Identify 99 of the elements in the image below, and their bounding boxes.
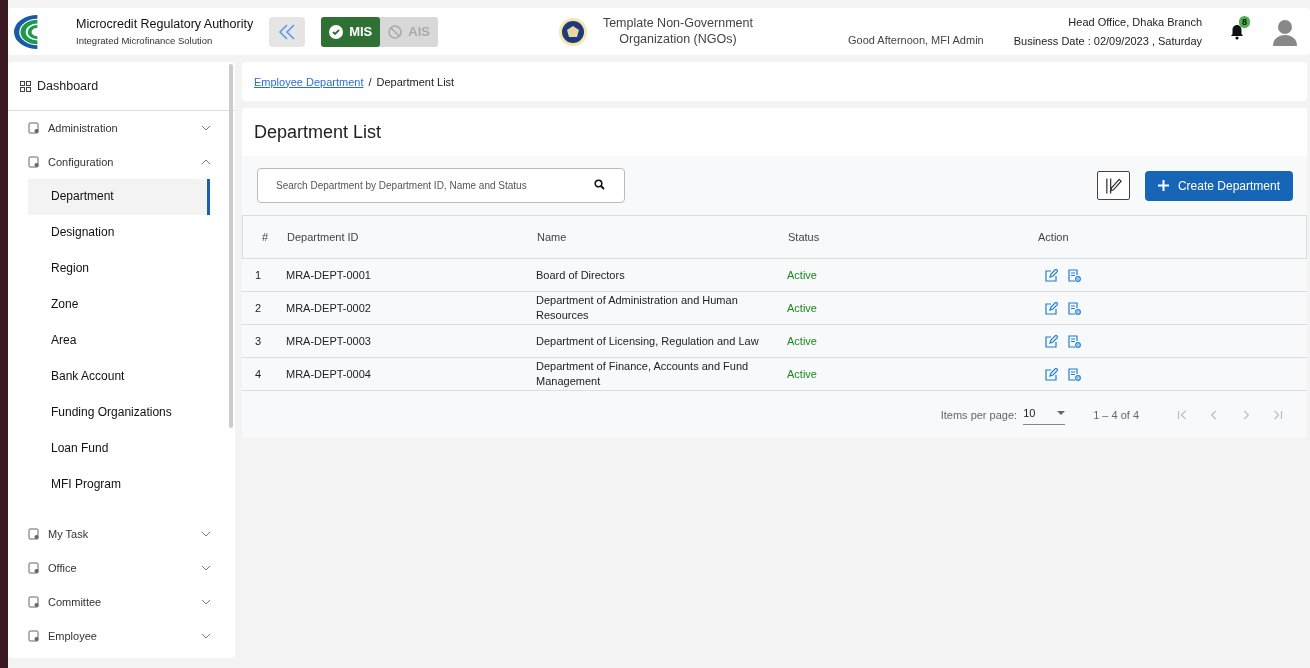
create-department-button[interactable]: Create Department [1144, 170, 1293, 201]
ban-icon [388, 24, 403, 39]
first-page-icon [1175, 408, 1189, 422]
table-cell-text: Department of Licensing, Regulation and Law [536, 333, 760, 349]
sidebar-group-label: Configuration [48, 156, 115, 168]
edit-icon[interactable] [1045, 268, 1058, 282]
menu-item-icon [28, 528, 40, 540]
chevron-down-icon [201, 531, 211, 537]
table-cell-text: Board of Directors [536, 267, 626, 283]
sidebar-subitem[interactable]: Area [28, 323, 210, 359]
user-avatar-icon[interactable] [1272, 17, 1299, 46]
greeting-text: Good Afternoon, MFI Admin [847, 34, 984, 46]
menu-item-icon [28, 630, 40, 642]
table-cell-text: MRA-DEPT-0004 [286, 366, 372, 382]
notification-count-badge: 8 [1239, 15, 1251, 28]
chevron-up-icon [201, 159, 211, 165]
column-header: Status [788, 231, 821, 243]
mode-toggle-button[interactable]: MIS [321, 16, 381, 47]
dropdown-caret-icon [1057, 411, 1066, 415]
business-date: Business Date : 02/09/2023 , Saturday [1013, 35, 1203, 47]
view-document-icon[interactable] [1068, 268, 1081, 282]
edit-icon[interactable] [1045, 367, 1058, 381]
column-header: # [260, 231, 270, 243]
sidebar-group[interactable]: Employee [8, 619, 235, 653]
column-header: Action [1038, 231, 1070, 243]
org-title: Microcredit Regulatory Authority [76, 17, 254, 31]
column-header: Name [537, 231, 568, 243]
sidebar-group[interactable]: Committee [8, 585, 235, 619]
view-document-icon[interactable] [1068, 301, 1081, 315]
view-document-icon[interactable] [1068, 367, 1081, 381]
branch-name: Head Office, Dhaka Branch [1067, 16, 1203, 28]
sidebar-group-label: Office [48, 562, 78, 574]
table-cell-text: 2 [253, 300, 263, 316]
check-circle-icon [329, 24, 344, 39]
chevron-down-icon [201, 599, 211, 605]
sidebar-group[interactable]: Configuration [8, 145, 235, 179]
sidebar-subitem[interactable]: Region [28, 251, 210, 287]
bell-icon [1230, 23, 1245, 40]
table-cell-text: MRA-DEPT-0001 [286, 267, 372, 283]
column-settings-button[interactable] [1096, 171, 1130, 200]
chevron-down-icon [201, 125, 211, 131]
menu-item-icon [28, 122, 40, 134]
double-chevron-left-icon [277, 22, 298, 41]
table-cell-text: 3 [253, 333, 263, 349]
grid-icon [20, 80, 31, 92]
menu-item-icon [28, 596, 40, 608]
sidebar-subitem[interactable]: Designation [28, 215, 210, 251]
search-icon [594, 179, 605, 190]
sidebar-subitem[interactable]: Department [28, 179, 210, 215]
table-cell-text: MRA-DEPT-0003 [286, 333, 372, 349]
breadcrumb-link[interactable]: Employee Department [254, 75, 364, 88]
scrollbar[interactable] [229, 64, 233, 428]
emblem-icon [557, 16, 588, 47]
notifications-button[interactable] [1230, 23, 1245, 40]
edit-icon[interactable] [1045, 334, 1058, 348]
sidebar-item[interactable]: Dashboard [8, 62, 235, 111]
chevron-down-icon [201, 565, 211, 571]
sidebar-group-label: My Task [48, 528, 90, 540]
sidebar-group[interactable]: My Task [8, 517, 235, 551]
page-range-text: 1 – 4 of 4 [1093, 409, 1139, 421]
sidebar-group-label: Administration [48, 122, 119, 134]
table-cell-text: Department of Finance, Accounts and Fund Management [536, 359, 750, 389]
items-per-page-label: Items per page: [940, 409, 1018, 421]
table-cell-text: Department of Administration and Human Resources [536, 293, 739, 323]
last-page-icon [1271, 408, 1285, 422]
menu-item-icon [28, 562, 40, 574]
logo-icon [14, 14, 40, 49]
menu-item-icon [28, 156, 40, 168]
page-size-select[interactable]: 10 [1023, 405, 1066, 425]
sidebar-subitem[interactable]: Loan Fund [28, 431, 210, 467]
status-text: Active [787, 267, 818, 283]
edit-icon[interactable] [1045, 301, 1058, 315]
sidebar-subitem[interactable]: Zone [28, 287, 210, 323]
breadcrumb-separator: / [368, 75, 372, 88]
sidebar-subitem[interactable]: MFI Program [28, 467, 210, 503]
sidebar-group[interactable]: Office [8, 551, 235, 585]
page-title: Department List [242, 108, 1307, 156]
breadcrumb-current: Department List [376, 75, 455, 88]
table-cell-text: 1 [253, 267, 263, 283]
status-text: Active [787, 366, 818, 382]
view-document-icon[interactable] [1068, 334, 1081, 348]
sidebar-group-label: Employee [48, 630, 98, 642]
table-cell-text: MRA-DEPT-0002 [286, 300, 372, 316]
plus-icon [1157, 180, 1169, 191]
org-subtitle: Integrated Microfinance Solution [76, 35, 214, 46]
sidebar-item-label: Dashboard [37, 79, 99, 93]
search-field[interactable]: Search Department by Department ID, Name and Status [257, 168, 625, 203]
collapse-sidebar-button[interactable] [269, 16, 306, 47]
organization-name: Template Non-Government Organization (NGOs) [601, 15, 754, 48]
columns-edit-icon [1103, 175, 1123, 196]
status-text: Active [787, 300, 818, 316]
chevron-down-icon [201, 633, 211, 639]
sidebar-group[interactable]: Administration [8, 111, 235, 145]
sidebar-group-label: Committee [48, 596, 103, 608]
sidebar-subitem[interactable]: Funding Organizations [28, 395, 210, 431]
sidebar-subitem[interactable]: Bank Account [28, 359, 210, 395]
column-header: Department ID [287, 231, 360, 243]
table-cell-text: 4 [253, 366, 263, 382]
status-text: Active [787, 333, 818, 349]
